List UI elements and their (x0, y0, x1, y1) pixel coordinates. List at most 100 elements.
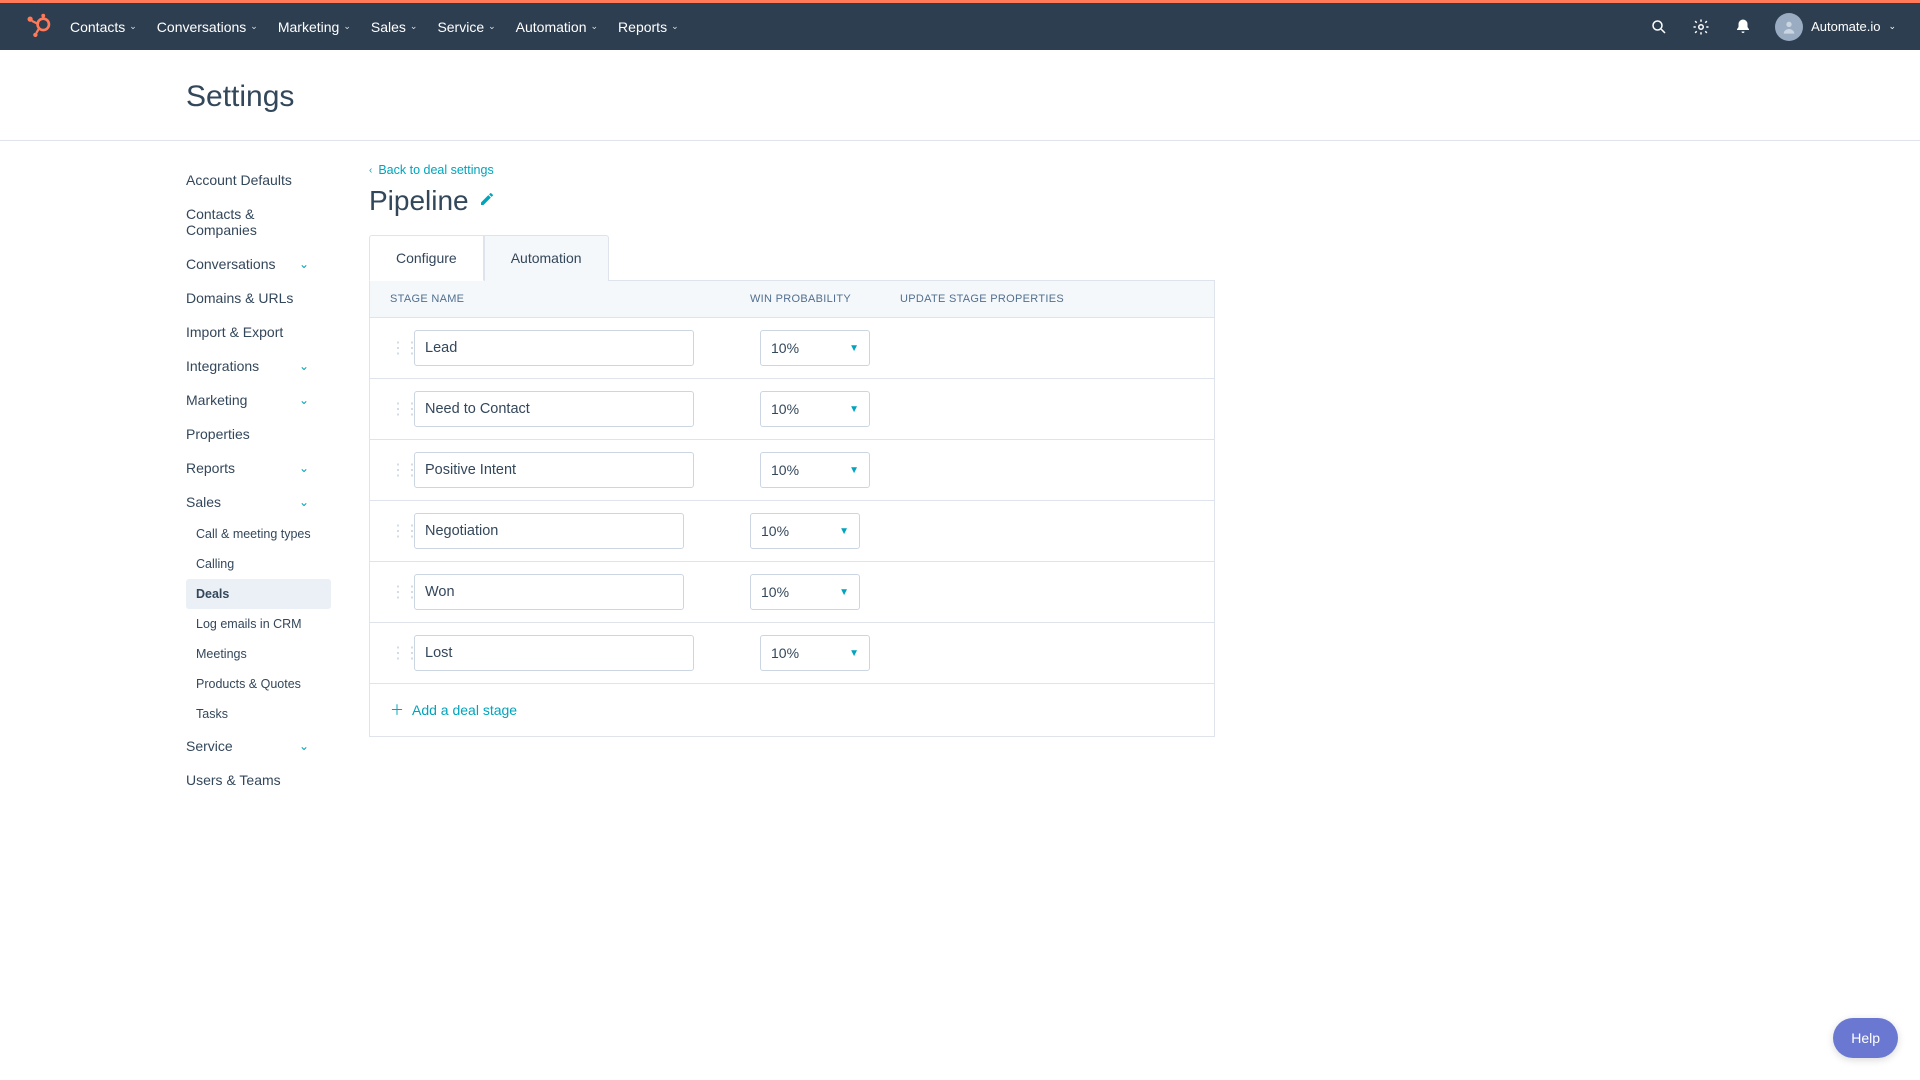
drag-handle-icon[interactable]: ⋮⋮ (390, 338, 404, 358)
hubspot-logo[interactable] (24, 13, 52, 41)
stage-name-input[interactable] (414, 513, 684, 549)
settings-sidebar: Account Defaults Contacts & Companies Co… (0, 141, 345, 797)
sales-sublist: Call & meeting types Calling Deals Log e… (186, 519, 331, 729)
help-button[interactable]: Help (1833, 1018, 1898, 1058)
main-content: ‹ Back to deal settings Pipeline Configu… (345, 141, 1255, 797)
bell-icon[interactable] (1733, 17, 1753, 37)
sub-item-products-quotes[interactable]: Products & Quotes (196, 669, 331, 699)
nav-contacts[interactable]: Contacts⌄ (70, 19, 137, 35)
sub-item-calling[interactable]: Calling (196, 549, 331, 579)
table-header: STAGE NAME WIN PROBABILITY UPDATE STAGE … (370, 281, 1214, 317)
sidebar-item-conversations[interactable]: Conversations⌄ (186, 247, 331, 281)
win-probability-select[interactable]: 10%▼ (760, 452, 870, 488)
stage-row: ⋮⋮ 10%▼ (370, 317, 1214, 378)
sidebar-item-sales[interactable]: Sales⌄ (186, 485, 331, 519)
sidebar-item-import-export[interactable]: Import & Export (186, 315, 331, 349)
chevron-down-icon: ⌄ (299, 359, 319, 373)
drag-handle-icon[interactable]: ⋮⋮ (390, 643, 404, 663)
page-title: Settings (186, 80, 1920, 114)
stage-row: ⋮⋮ 10%▼ (370, 500, 1214, 561)
drag-handle-icon[interactable]: ⋮⋮ (390, 399, 404, 419)
dropdown-icon: ▼ (849, 343, 859, 354)
win-probability-select[interactable]: 10%▼ (760, 391, 870, 427)
sub-item-meetings[interactable]: Meetings (196, 639, 331, 669)
chevron-down-icon: ⌄ (299, 461, 319, 475)
chevron-down-icon: ⌄ (410, 21, 418, 32)
sub-item-deals[interactable]: Deals (186, 579, 331, 609)
tab-bar: Configure Automation (369, 235, 1215, 281)
sub-item-call-meeting-types[interactable]: Call & meeting types (196, 519, 331, 549)
nav-automation[interactable]: Automation⌄ (516, 19, 598, 35)
sidebar-item-properties[interactable]: Properties (186, 417, 331, 451)
chevron-down-icon: ⌄ (299, 739, 319, 753)
chevron-down-icon: ⌄ (129, 21, 137, 32)
stage-name-input[interactable] (414, 635, 694, 671)
search-icon[interactable] (1649, 17, 1669, 37)
drag-handle-icon[interactable]: ⋮⋮ (390, 582, 404, 602)
sidebar-item-reports[interactable]: Reports⌄ (186, 451, 331, 485)
avatar-icon (1775, 13, 1803, 41)
add-stage-row: ＋ Add a deal stage (370, 683, 1214, 736)
win-probability-select[interactable]: 10%▼ (750, 574, 860, 610)
sub-item-tasks[interactable]: Tasks (196, 699, 331, 729)
chevron-down-icon: ⌄ (488, 21, 496, 32)
page-header: Settings (0, 50, 1920, 141)
account-menu[interactable]: Automate.io ⌄ (1775, 13, 1896, 41)
win-probability-select[interactable]: 10%▼ (760, 330, 870, 366)
chevron-down-icon: ⌄ (591, 21, 599, 32)
nav-marketing[interactable]: Marketing⌄ (278, 19, 351, 35)
chevron-down-icon: ⌄ (299, 257, 319, 271)
chevron-down-icon: ⌄ (250, 21, 258, 32)
sidebar-item-account-defaults[interactable]: Account Defaults (186, 163, 331, 197)
plus-icon: ＋ (390, 700, 404, 720)
nav-reports[interactable]: Reports⌄ (618, 19, 679, 35)
gear-icon[interactable] (1691, 17, 1711, 37)
stage-row: ⋮⋮ 10%▼ (370, 622, 1214, 683)
dropdown-icon: ▼ (839, 526, 849, 537)
stages-table: STAGE NAME WIN PROBABILITY UPDATE STAGE … (369, 281, 1215, 737)
nav-right: Automate.io ⌄ (1649, 13, 1896, 41)
tab-automation[interactable]: Automation (484, 235, 609, 281)
stage-name-input[interactable] (414, 452, 694, 488)
chevron-down-icon: ⌄ (299, 495, 319, 509)
main-navbar: Contacts⌄ Conversations⌄ Marketing⌄ Sale… (0, 3, 1920, 50)
stage-row: ⋮⋮ 10%▼ (370, 439, 1214, 500)
stage-name-input[interactable] (414, 391, 694, 427)
stage-row: ⋮⋮ 10%▼ (370, 378, 1214, 439)
drag-handle-icon[interactable]: ⋮⋮ (390, 460, 404, 480)
chevron-left-icon: ‹ (369, 165, 372, 176)
col-stage-name: STAGE NAME (390, 293, 750, 305)
win-probability-select[interactable]: 10%▼ (750, 513, 860, 549)
col-win-probability: WIN PROBABILITY (750, 293, 900, 305)
chevron-down-icon: ⌄ (1888, 21, 1896, 32)
edit-icon[interactable] (479, 191, 495, 212)
dropdown-icon: ▼ (849, 404, 859, 415)
chevron-down-icon: ⌄ (671, 21, 679, 32)
nav-service[interactable]: Service⌄ (437, 19, 495, 35)
nav-conversations[interactable]: Conversations⌄ (157, 19, 258, 35)
nav-menu: Contacts⌄ Conversations⌄ Marketing⌄ Sale… (70, 19, 1649, 35)
dropdown-icon: ▼ (849, 648, 859, 659)
tab-configure[interactable]: Configure (369, 235, 484, 281)
pipeline-title: Pipeline (369, 185, 469, 217)
nav-sales[interactable]: Sales⌄ (371, 19, 418, 35)
chevron-down-icon: ⌄ (299, 393, 319, 407)
win-probability-select[interactable]: 10%▼ (760, 635, 870, 671)
account-name: Automate.io (1811, 19, 1880, 34)
dropdown-icon: ▼ (839, 587, 849, 598)
sidebar-item-service[interactable]: Service⌄ (186, 729, 331, 763)
sidebar-item-domains-urls[interactable]: Domains & URLs (186, 281, 331, 315)
stage-name-input[interactable] (414, 574, 684, 610)
stage-row: ⋮⋮ 10%▼ (370, 561, 1214, 622)
add-deal-stage-button[interactable]: ＋ Add a deal stage (390, 700, 1194, 720)
sub-item-log-emails[interactable]: Log emails in CRM (196, 609, 331, 639)
sidebar-item-marketing[interactable]: Marketing⌄ (186, 383, 331, 417)
drag-handle-icon[interactable]: ⋮⋮ (390, 521, 404, 541)
sidebar-item-users-teams[interactable]: Users & Teams (186, 763, 331, 797)
sidebar-item-contacts-companies[interactable]: Contacts & Companies (186, 197, 331, 247)
stage-name-input[interactable] (414, 330, 694, 366)
back-to-deal-settings-link[interactable]: ‹ Back to deal settings (369, 163, 1215, 177)
sidebar-item-integrations[interactable]: Integrations⌄ (186, 349, 331, 383)
col-update-properties: UPDATE STAGE PROPERTIES (900, 293, 1194, 305)
pipeline-title-row: Pipeline (369, 185, 1215, 217)
